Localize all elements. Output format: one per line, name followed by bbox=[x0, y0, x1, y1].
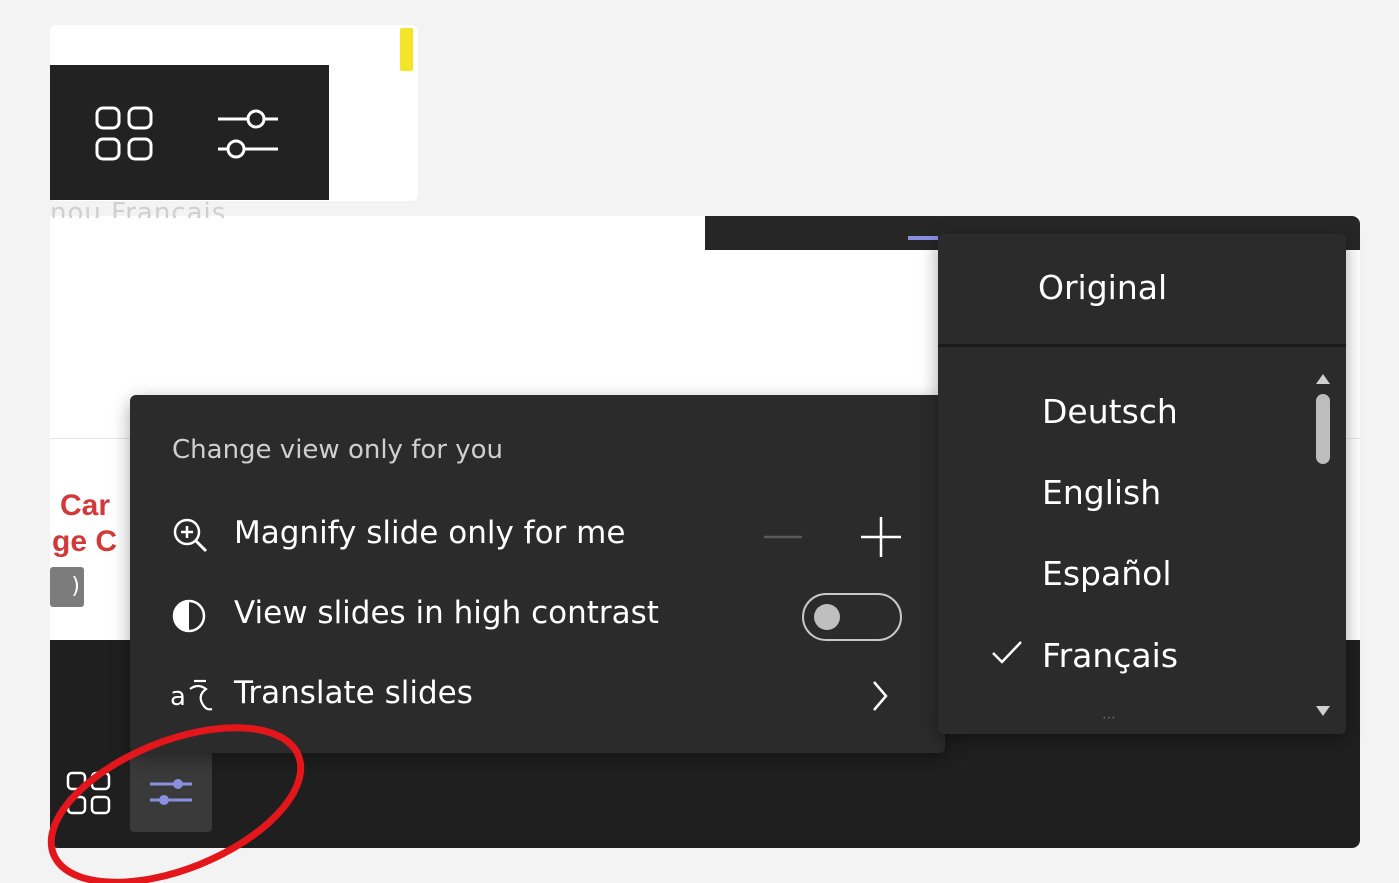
language-label: Original bbox=[1038, 268, 1168, 307]
minus-icon bbox=[764, 535, 802, 539]
language-option-original[interactable]: Original bbox=[938, 234, 1346, 346]
language-label: Français bbox=[1042, 636, 1179, 675]
more-indicator: ⋯ bbox=[1102, 710, 1116, 726]
language-label: Deutsch bbox=[1042, 392, 1178, 431]
high-contrast-toggle[interactable] bbox=[802, 593, 902, 641]
language-option[interactable]: Español bbox=[938, 554, 1308, 634]
zoom-in-button[interactable] bbox=[856, 515, 906, 575]
menu-heading: Change view only for you bbox=[172, 435, 503, 465]
active-indicator bbox=[908, 236, 938, 240]
menu-item-high-contrast[interactable]: View slides in high contrast bbox=[130, 593, 945, 675]
menu-item-translate[interactable]: a Translate slides bbox=[130, 675, 945, 755]
settings-sliders-icon bbox=[150, 779, 192, 805]
plus-icon bbox=[861, 517, 901, 557]
menu-item-label: Magnify slide only for me bbox=[234, 515, 626, 551]
menu-item-label: Translate slides bbox=[234, 675, 473, 711]
checkmark-icon bbox=[992, 641, 1022, 664]
menu-item-label: View slides in high contrast bbox=[234, 595, 659, 631]
zoom-in-icon bbox=[173, 518, 208, 553]
view-settings-button[interactable] bbox=[130, 750, 212, 832]
grid-icon[interactable] bbox=[66, 771, 112, 817]
language-option[interactable]: English bbox=[938, 473, 1308, 553]
chevron-right-icon bbox=[873, 681, 888, 711]
scroll-down-arrow-icon[interactable] bbox=[1314, 704, 1332, 718]
svg-text:a: a bbox=[170, 682, 186, 712]
language-label: English bbox=[1042, 473, 1162, 512]
scrollbar-thumb[interactable] bbox=[1316, 394, 1330, 464]
background-text: nou Français bbox=[50, 198, 227, 218]
inset-toolbar bbox=[50, 65, 329, 200]
slide-red-text-line: Car bbox=[60, 489, 111, 522]
change-view-menu: Change view only for you Magnify slide o… bbox=[130, 395, 945, 753]
slide-chip: ) bbox=[50, 567, 84, 607]
slide-red-text: Car ge C bbox=[52, 488, 117, 560]
highlight-marker bbox=[400, 28, 413, 71]
menu-separator bbox=[938, 344, 1346, 347]
translate-icon: a bbox=[170, 679, 213, 712]
scroll-up-arrow-icon[interactable] bbox=[1314, 372, 1332, 386]
language-label: Español bbox=[1042, 554, 1172, 593]
language-option-selected[interactable]: Français bbox=[938, 636, 1308, 716]
menu-item-magnify[interactable]: Magnify slide only for me bbox=[130, 515, 945, 595]
zoom-out-button[interactable] bbox=[762, 515, 804, 575]
language-option[interactable]: Deutsch bbox=[938, 392, 1308, 472]
settings-sliders-icon[interactable] bbox=[216, 107, 280, 163]
translate-language-menu: Original Deutsch English Español Françai… bbox=[938, 234, 1346, 734]
grid-icon[interactable] bbox=[94, 105, 156, 165]
toggle-knob bbox=[814, 604, 840, 630]
slide-red-text-line: ge C bbox=[52, 525, 118, 558]
contrast-icon bbox=[172, 599, 206, 633]
